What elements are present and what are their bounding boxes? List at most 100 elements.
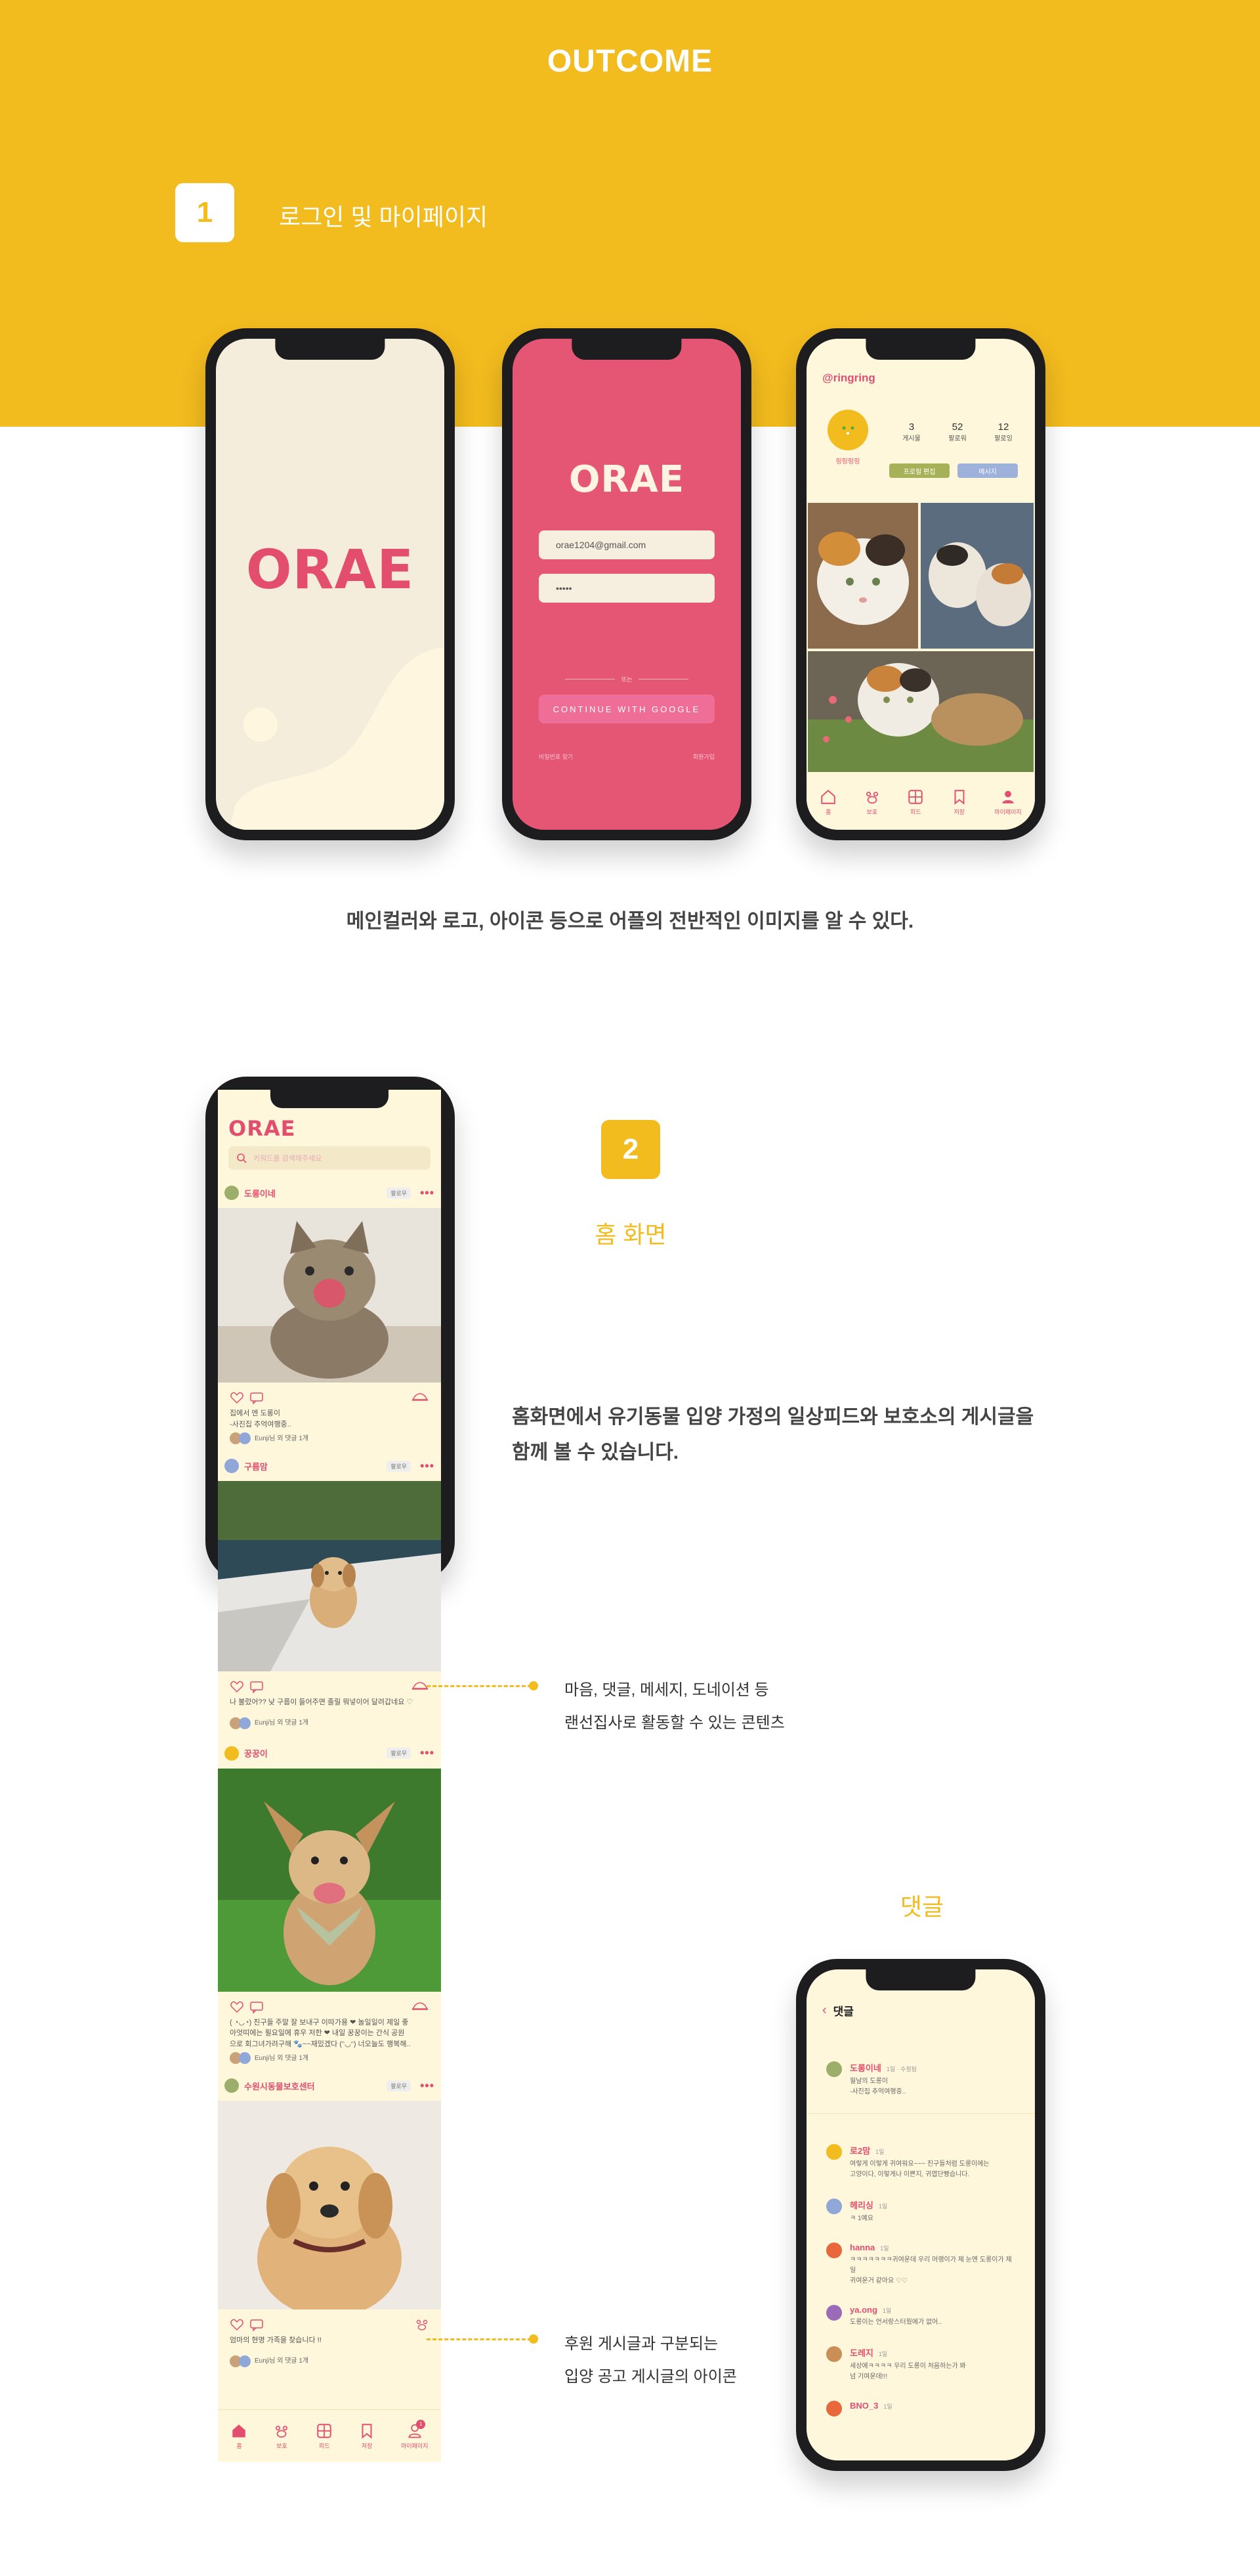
avatar[interactable] xyxy=(826,2061,842,2077)
likes-row[interactable]: Eunji님 외 댓글 1개 xyxy=(230,2355,429,2367)
search-icon xyxy=(237,1153,247,1163)
post-header: 도롱이네 팔로우 ••• xyxy=(218,1178,441,1208)
stat-following[interactable]: 12 팔로잉 xyxy=(984,421,1023,442)
likes-row[interactable]: Eunji님 외 댓글 1개 xyxy=(230,1717,429,1729)
post-author[interactable]: 수원시동물보호센터 xyxy=(244,2080,315,2092)
tab-feed[interactable]: 피드 xyxy=(316,2422,333,2450)
more-icon[interactable]: ••• xyxy=(420,2079,434,2093)
back-icon[interactable]: ‹ xyxy=(822,2003,827,2018)
avatar[interactable] xyxy=(224,1186,239,1200)
avatar[interactable] xyxy=(826,2144,842,2160)
more-icon[interactable]: ••• xyxy=(420,1459,434,1473)
phone-comments: ‹ 댓글 도롱이네 1일 · 수정됨 월날의 도롱이 -사진집 추억여행중.. 로2… xyxy=(796,1959,1045,2471)
donation-bowl-icon[interactable] xyxy=(411,1392,429,1404)
stat-followers[interactable]: 52 팔로워 xyxy=(938,421,977,442)
tab-mypage[interactable]: 마이페이지 1 xyxy=(401,2419,428,2450)
avatar[interactable] xyxy=(224,1746,239,1761)
tab-home[interactable]: 홈 xyxy=(820,788,837,816)
splash-logo: ORAE xyxy=(245,539,415,601)
follow-button[interactable]: 팔로우 xyxy=(387,1187,411,1199)
comments-title: 댓글 xyxy=(833,2006,854,2018)
callout-line-actions xyxy=(427,1685,532,1687)
feed-logo: ORAE xyxy=(228,1116,296,1141)
post-footer: 집에서 엔 도롱이 -사진집 추억여행중.. Eunji님 외 댓글 1개 xyxy=(218,1386,441,1451)
heart-icon[interactable] xyxy=(230,1391,244,1404)
donation-bowl-icon[interactable] xyxy=(411,2001,429,2013)
tab-mypage[interactable]: 마이페이지 xyxy=(994,788,1022,816)
tab-home[interactable]: 홈 xyxy=(230,2422,247,2450)
signup-link[interactable]: 회원가입 xyxy=(693,752,715,761)
phone-mypage: @ringring 링링링링 3 게시물 52 팔로워 12 팔로잉 프로필 편집 메… xyxy=(796,328,1045,840)
post-author[interactable]: 꿍꿍이 xyxy=(244,1747,268,1759)
comment-icon[interactable] xyxy=(249,1391,264,1404)
phone-notch xyxy=(866,339,976,360)
bookmark-icon xyxy=(954,790,965,805)
kitten-photo[interactable] xyxy=(218,1208,441,1383)
avatar[interactable] xyxy=(826,2401,842,2416)
home-description: 홈화면에서 유기동물 입양 가정의 일상피드와 보호소의 게시글을 함께 볼 수… xyxy=(512,1400,1034,1470)
cat-photos[interactable] xyxy=(807,503,1035,772)
comment-icon[interactable] xyxy=(249,2318,264,2331)
login-screen: ORAE orae1204@gmail.com ••••• 또는 CONTINU… xyxy=(513,339,741,830)
feed-post: 꿍꿍이 팔로우 ••• ( ◔◡◔) 친구들 주말 잘 보내구 이따가용 ❤ 놀… xyxy=(218,1738,441,2071)
heart-icon[interactable] xyxy=(230,2318,244,2331)
google-login-button[interactable]: CONTINUE WITH GOOGLE xyxy=(539,695,715,723)
more-icon[interactable]: ••• xyxy=(420,1186,434,1200)
tab-protect[interactable]: 보호 xyxy=(273,2422,290,2450)
avatar[interactable] xyxy=(224,2078,239,2093)
heart-icon[interactable] xyxy=(230,1680,244,1693)
user-icon xyxy=(1002,790,1014,804)
search-bar[interactable]: 키워드를 검색해주세요 xyxy=(228,1146,430,1170)
tab-saved[interactable]: 저장 xyxy=(951,788,968,816)
heart-icon[interactable] xyxy=(230,2000,244,2013)
follow-button[interactable]: 팔로우 xyxy=(387,1748,411,1759)
comments-screen: ‹ 댓글 도롱이네 1일 · 수정됨 월날의 도롱이 -사진집 추억여행중.. 로2… xyxy=(807,1969,1035,2460)
home-icon xyxy=(232,2424,246,2437)
post-author[interactable]: 구름맘 xyxy=(244,1460,268,1472)
email-field[interactable]: orae1204@gmail.com xyxy=(539,530,715,559)
post-footer: 엄마의 현명 가족을 찾습니다 !! Eunji님 외 댓글 1개 xyxy=(218,2313,441,2374)
follow-button[interactable]: 팔로우 xyxy=(387,2080,411,2092)
tab-feed[interactable]: 피드 xyxy=(907,788,924,816)
home-feed: ORAE 키워드를 검색해주세요 도롱이네 팔로우 ••• 집에서 엔 도롱이 … xyxy=(218,1090,441,2462)
password-field[interactable]: ••••• xyxy=(539,574,715,603)
likes-row[interactable]: Eunji님 외 댓글 1개 xyxy=(230,2052,429,2064)
tab-saved[interactable]: 저장 xyxy=(358,2422,375,2450)
phone-notch xyxy=(572,339,682,360)
section-label-1: 로그인 및 마이페이지 xyxy=(279,204,488,230)
avatar[interactable] xyxy=(224,1459,239,1473)
search-placeholder: 키워드를 검색해주세요 xyxy=(253,1155,322,1163)
adoption-paw-icon[interactable] xyxy=(415,2318,429,2331)
puppy-grass-photo[interactable] xyxy=(218,1768,441,1992)
comment-icon[interactable] xyxy=(249,2000,264,2013)
stat-posts[interactable]: 3 게시물 xyxy=(892,421,931,442)
post-footer: ( ◔◡◔) 친구들 주말 잘 보내구 이따가용 ❤ 놀일일이 제일 좋 아엇띠… xyxy=(218,1995,441,2071)
tab-protect[interactable]: 보호 xyxy=(864,788,881,816)
comments-section-label: 댓글 xyxy=(900,1893,944,1920)
feed-tab-bar: 홈 보호 피드 저장 마이페이지 1 xyxy=(218,2409,441,2462)
page: { "header": {"title": "OUTCOME"}, "secti… xyxy=(0,0,1260,2576)
chick-face-icon xyxy=(842,426,854,435)
golden-puppy-photo[interactable] xyxy=(218,2101,441,2317)
comment-icon[interactable] xyxy=(249,1680,264,1693)
post-author[interactable]: 도롱이네 xyxy=(244,1187,276,1199)
more-icon[interactable]: ••• xyxy=(420,1746,434,1760)
avatar[interactable] xyxy=(826,2346,842,2362)
follow-button[interactable]: 팔로우 xyxy=(387,1460,411,1472)
comment-item: 로2맘 1일 여렇게 이렇게 귀여워요~~~ 친구들처럼 도롱이에는 고양이다, 이… xyxy=(807,2144,1035,2180)
edit-profile-button[interactable]: 프로필 편집 xyxy=(889,463,950,478)
or-divider: 또는 xyxy=(565,675,688,683)
avatar[interactable] xyxy=(828,410,868,450)
feed-post: 구름맘 팔로우 ••• 나 불렀어?? 낮 구름이 들어주면 졸릴 뭐넣이어 달… xyxy=(218,1451,441,1736)
avatar[interactable] xyxy=(826,2199,842,2214)
avatar[interactable] xyxy=(826,2243,842,2258)
likes-row[interactable]: Eunji님 외 댓글 1개 xyxy=(230,1432,429,1444)
find-password-link[interactable]: 비밀번호 찾기 xyxy=(539,752,573,761)
puppy-running-photo[interactable] xyxy=(218,1481,441,1671)
post-text: 아엇띠에는 필요일에 휴우 저한 ❤ 내일 꿍꿍이는 간식 공원 xyxy=(230,2029,405,2037)
avatar[interactable] xyxy=(826,2305,842,2321)
post-footer: 나 불렀어?? 낮 구름이 들어주면 졸릴 뭐넣이어 달려갑네요 ♡ Eunji… xyxy=(218,1675,441,1736)
section-number-2: 2 xyxy=(601,1120,660,1179)
message-button[interactable]: 메시지 xyxy=(957,463,1018,478)
post-text: -사진집 추억여행중.. xyxy=(230,1420,291,1428)
